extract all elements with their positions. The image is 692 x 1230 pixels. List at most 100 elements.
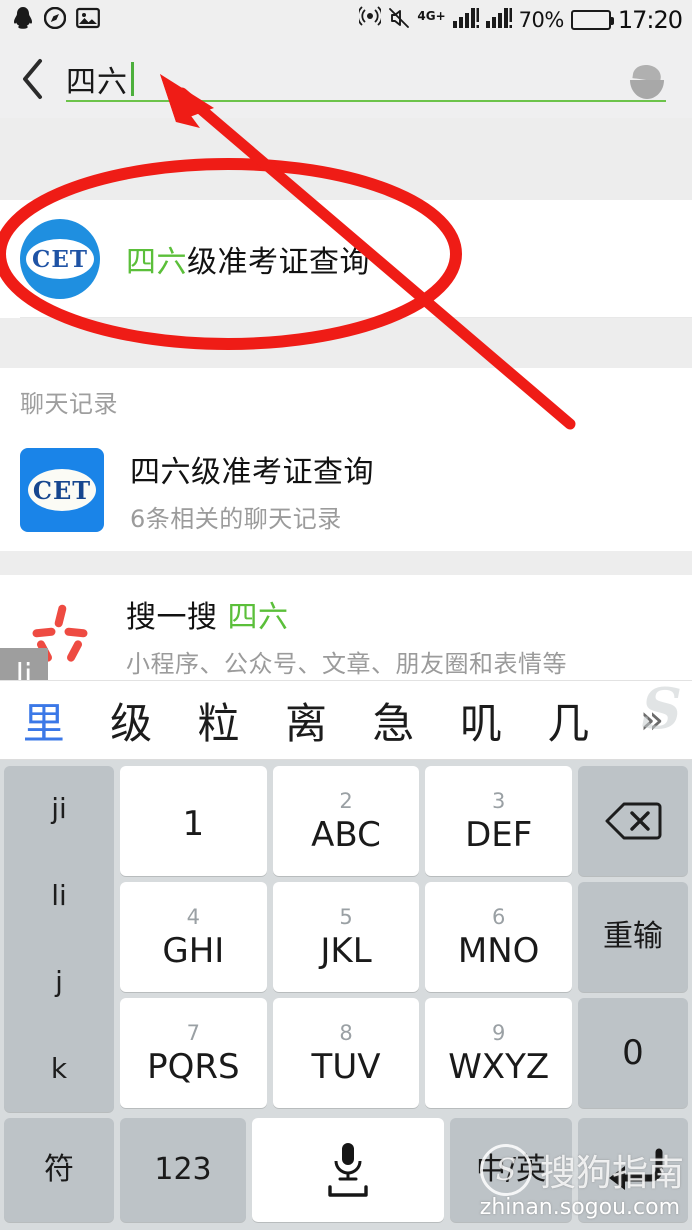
result-row-top-title: 四六级准考证查询 xyxy=(126,237,370,281)
symbol-key[interactable]: 符 xyxy=(4,1118,114,1222)
result-row-souyisou[interactable]: 搜一搜 四六 小程序、公众号、文章、朋友圈和表情等 xyxy=(0,575,692,695)
result-title-rest: 级准考证查询 xyxy=(187,245,370,280)
numbers-key-label: 123 xyxy=(154,1152,212,1187)
key-4-ghi[interactable]: 4 GHI xyxy=(120,882,267,992)
section-gap-2 xyxy=(0,551,692,575)
keyboard-right-column: 重输 0 xyxy=(578,766,688,1112)
candidate-3[interactable]: 离 xyxy=(262,690,349,751)
pinyin-option-j[interactable]: j xyxy=(55,968,63,996)
list-top-gap xyxy=(0,118,692,200)
search-underline xyxy=(66,100,666,102)
status-bar: 4G+ 70% 17:20 xyxy=(0,0,692,40)
cet-logo-text: CET xyxy=(26,239,94,279)
photo-icon xyxy=(76,7,100,33)
souyisou-title-match: 四六 xyxy=(227,599,289,635)
candidate-bar: 里 级 粒 离 急 叽 几 » xyxy=(0,680,692,760)
battery-icon xyxy=(570,10,614,30)
section-gap-1 xyxy=(0,318,692,368)
key-3-number: 3 xyxy=(491,788,506,813)
voice-search-icon[interactable] xyxy=(620,62,672,106)
pinyin-option-li[interactable]: li xyxy=(51,881,67,910)
key-4-label: GHI xyxy=(162,930,225,971)
qq-penguin-icon xyxy=(12,6,34,34)
key-8-label: TUV xyxy=(311,1046,381,1087)
key-1-label: 1 xyxy=(182,804,205,844)
network-type-label: 4G+ xyxy=(417,9,446,23)
candidate-0[interactable]: 里 xyxy=(0,690,87,751)
key-4-number: 4 xyxy=(186,904,201,929)
symbol-key-label: 符 xyxy=(44,1152,74,1187)
souyisou-subtitle: 小程序、公众号、文章、朋友圈和表情等 xyxy=(126,649,567,678)
pinyin-option-ji[interactable]: ji xyxy=(51,795,67,823)
candidate-4[interactable]: 急 xyxy=(350,690,437,751)
cet-avatar: CET xyxy=(20,448,104,532)
key-2-number: 2 xyxy=(339,788,353,813)
back-chevron-icon xyxy=(23,59,42,99)
result-row-top[interactable]: CET 四六级准考证查询 xyxy=(0,200,692,318)
key-9-wxyz[interactable]: 9 WXYZ xyxy=(425,998,573,1108)
back-button[interactable] xyxy=(0,40,66,118)
key-2-abc[interactable]: 2 ABC xyxy=(272,766,420,876)
candidate-5[interactable]: 叽 xyxy=(437,690,524,751)
numbers-key[interactable]: 123 xyxy=(120,1118,246,1222)
result-row-chat-record[interactable]: CET 四六级准考证查询 6条相关的聊天记录 xyxy=(0,429,692,551)
row-separator xyxy=(20,317,692,318)
hotspot-icon xyxy=(357,6,384,34)
key-0[interactable]: 0 xyxy=(578,998,688,1108)
sogou-brand-label: 搜狗指南 xyxy=(539,1153,684,1194)
backspace-icon xyxy=(605,802,662,840)
candidate-2[interactable]: 粒 xyxy=(175,690,262,751)
key-5-jkl[interactable]: 5 JKL xyxy=(272,882,420,992)
sogou-url-watermark: zhinan.sogou.com xyxy=(479,1195,680,1220)
result-row-top-texts: 四六级准考证查询 xyxy=(126,237,370,281)
candidate-6[interactable]: 几 xyxy=(525,690,612,751)
backspace-key[interactable] xyxy=(578,766,688,876)
search-input[interactable]: 四六 xyxy=(66,40,692,118)
section-header-chat-records: 聊天记录 xyxy=(0,368,692,429)
reinput-key[interactable]: 重输 xyxy=(578,882,688,992)
key-0-label: 0 xyxy=(622,1033,644,1073)
sogou-watermark-s: S xyxy=(641,676,682,742)
numeric-keypad: 1 2 ABC 3 DEF 4 GHI 5 JKL 6 MNO 7 PQRS 8… xyxy=(120,766,573,1112)
signal-bars-1-icon xyxy=(452,7,479,33)
compass-icon xyxy=(43,6,67,33)
cet-avatar-text: CET xyxy=(28,469,96,511)
chat-record-subtitle: 6条相关的聊天记录 xyxy=(130,504,342,533)
reinput-key-label: 重输 xyxy=(603,919,663,954)
sogou-brand-watermark: S 搜狗指南 xyxy=(479,1144,684,1196)
status-bar-right-icons: 4G+ 70% 17:20 xyxy=(357,6,683,34)
status-bar-left-icons xyxy=(12,6,100,34)
text-caret xyxy=(131,62,134,96)
key-5-number: 5 xyxy=(339,904,353,929)
chat-record-texts: 四六级准考证查询 6条相关的聊天记录 xyxy=(130,447,374,534)
key-2-label: ABC xyxy=(311,814,381,855)
space-voice-key[interactable] xyxy=(252,1118,444,1222)
candidate-1[interactable]: 级 xyxy=(87,690,174,751)
souyisou-title-prefix: 搜一搜 xyxy=(126,599,218,635)
battery-percent-label: 70% xyxy=(518,8,565,32)
souyisou-title: 搜一搜 四六 xyxy=(126,592,567,636)
phone-screen: 4G+ 70% 17:20 四六 CET 四六级准考证查询 聊天记录 CET 四… xyxy=(0,0,692,1230)
clock-label: 17:20 xyxy=(617,6,683,34)
key-7-label: PQRS xyxy=(147,1046,240,1087)
key-7-number: 7 xyxy=(186,1020,201,1045)
key-3-def[interactable]: 3 DEF xyxy=(425,766,573,876)
microphone-space-icon xyxy=(328,1143,368,1197)
key-9-label: WXYZ xyxy=(448,1046,550,1087)
key-3-label: DEF xyxy=(465,814,533,855)
key-9-number: 9 xyxy=(491,1020,506,1045)
result-title-match: 四六 xyxy=(126,245,187,280)
key-8-tuv[interactable]: 8 TUV xyxy=(272,998,420,1108)
key-6-label: MNO xyxy=(457,930,540,971)
pinyin-option-k[interactable]: k xyxy=(51,1054,67,1083)
signal-bars-2-icon xyxy=(485,7,512,33)
mute-icon xyxy=(388,7,410,33)
pinyin-syllable-key[interactable]: ji li j k xyxy=(4,766,114,1112)
key-6-number: 6 xyxy=(491,904,506,929)
sogou-logo-icon: S xyxy=(479,1144,532,1196)
search-bar: 四六 xyxy=(0,40,692,118)
key-6-mno[interactable]: 6 MNO xyxy=(425,882,573,992)
search-input-value: 四六 xyxy=(66,65,128,100)
key-7-pqrs[interactable]: 7 PQRS xyxy=(120,998,267,1108)
key-1[interactable]: 1 xyxy=(120,766,267,876)
